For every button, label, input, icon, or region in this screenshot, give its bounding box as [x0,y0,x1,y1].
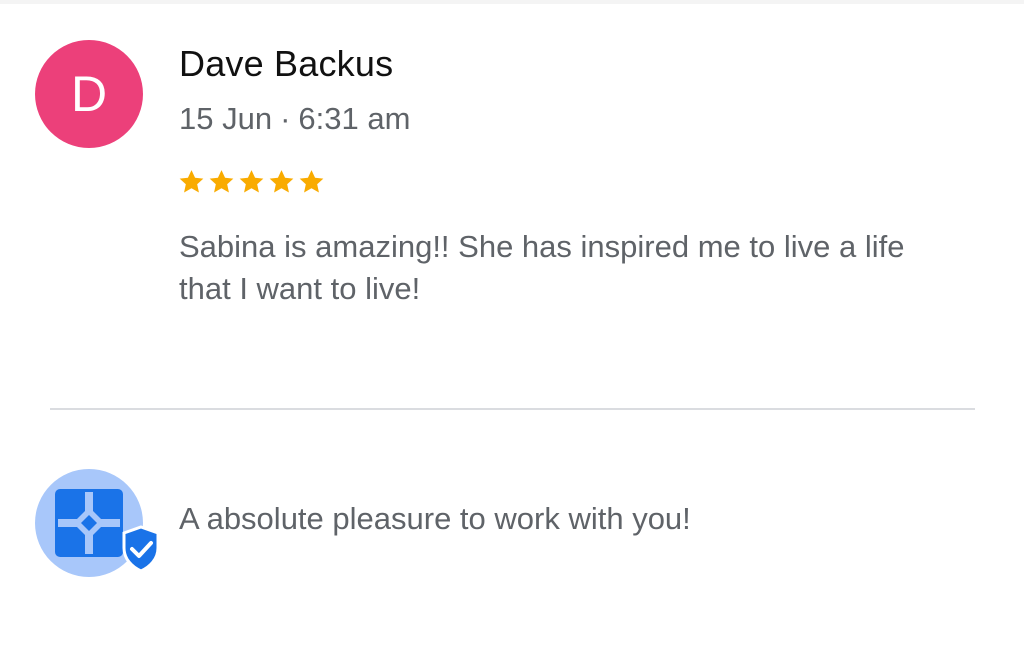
owner-reply-text: A absolute pleasure to work with you! [179,501,691,536]
section-divider [50,408,975,410]
top-divider [0,0,1024,4]
reviewer-name[interactable]: Dave Backus [179,43,393,85]
review-time: 6:31 am [298,101,411,136]
star-icon [179,170,204,193]
business-building-icon [55,489,123,557]
review-timestamp: 15 Jun · 6:31 am [179,101,410,137]
star-rating [177,162,326,202]
review-date: 15 Jun [179,101,273,136]
star-icon [239,170,264,193]
star-icon [299,170,324,193]
review-text: Sabina is amazing!! She has inspired me … [179,229,905,306]
meta-separator: · [280,101,291,136]
reviewer-avatar[interactable]: D [35,40,143,148]
star-icon [209,170,234,193]
verified-shield-icon [122,525,160,573]
star-icon [269,170,294,193]
